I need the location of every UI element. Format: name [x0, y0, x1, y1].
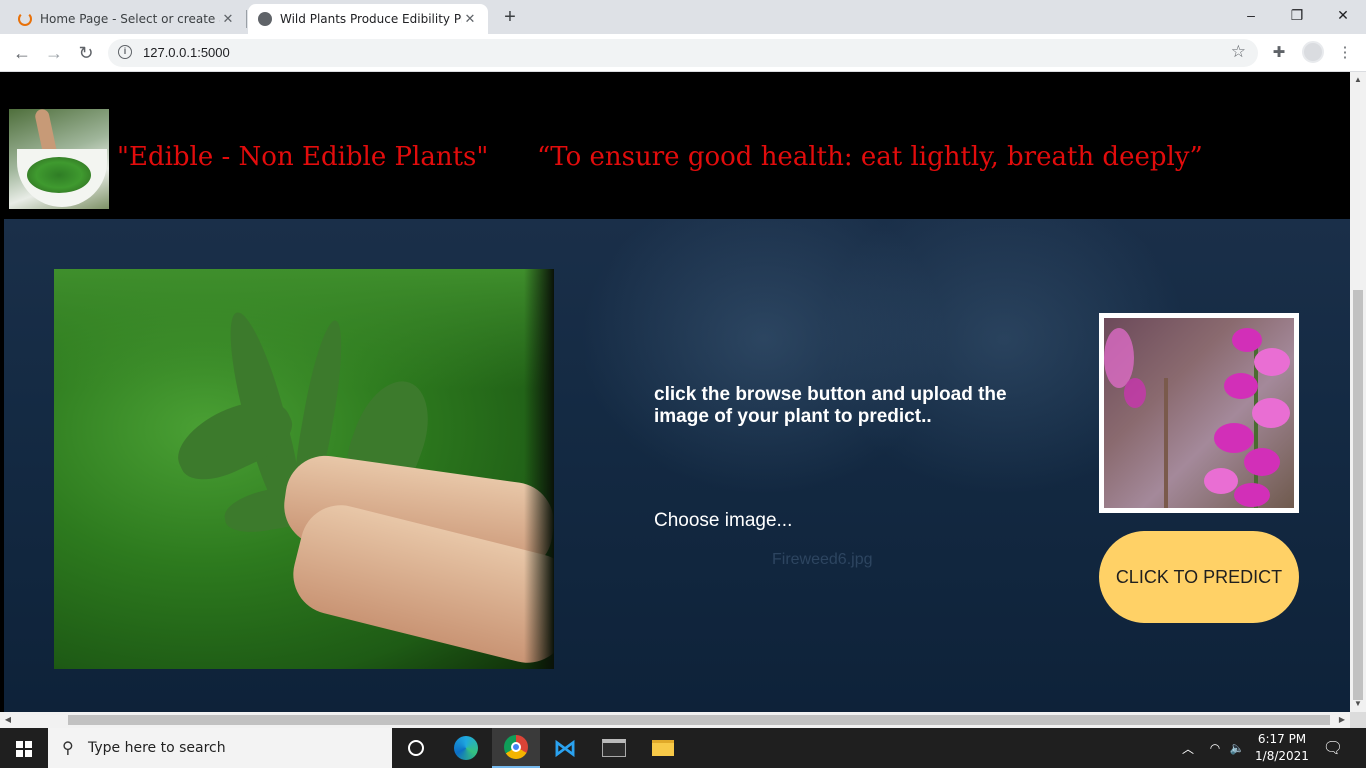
- scroll-down-arrow-icon[interactable]: ▼: [1350, 696, 1366, 712]
- scroll-up-arrow-icon[interactable]: ▲: [1350, 72, 1366, 88]
- extensions-puzzle-icon[interactable]: ✚: [1266, 40, 1292, 66]
- clock-date: 1/8/2021: [1255, 749, 1309, 763]
- vscode-icon[interactable]: ⋈: [541, 728, 589, 768]
- browser-toolbar: ← → ↻ i 127.0.0.1:5000 ☆ ✚ ⋮: [0, 34, 1366, 72]
- tab-wild-plants[interactable]: Wild Plants Produce Edibility Pre ✕: [248, 4, 488, 34]
- flower-blossom: [1124, 378, 1146, 408]
- loading-spinner-icon: [18, 12, 32, 26]
- profile-avatar[interactable]: [1302, 41, 1324, 63]
- restore-button[interactable]: ❐: [1274, 0, 1320, 30]
- windows-taskbar: ⚲ Type here to search ⋈ ︿ ◠ 🔈 6:17 PM 1/…: [0, 728, 1366, 768]
- hero-hands-plant-image: [54, 269, 554, 669]
- terminal-icon[interactable]: [590, 728, 638, 768]
- fireweed-image: [1104, 318, 1294, 508]
- hero-shade: [524, 269, 554, 669]
- taskbar-search-box[interactable]: ⚲ Type here to search: [48, 728, 392, 768]
- flower-blossom: [1252, 398, 1290, 428]
- show-hidden-icons-chevron-icon[interactable]: ︿: [1178, 728, 1198, 768]
- horizontal-scroll-thumb[interactable]: [68, 715, 1330, 725]
- main-section: click the browse button and upload the i…: [4, 219, 1350, 712]
- flower-blossom: [1232, 328, 1262, 352]
- start-button[interactable]: [0, 728, 48, 768]
- new-tab-button[interactable]: +: [498, 4, 522, 30]
- forward-arrow-icon[interactable]: →: [40, 40, 68, 66]
- uploaded-image-preview: [1099, 313, 1299, 513]
- vertical-scrollbar[interactable]: ▲ ▼: [1350, 72, 1366, 712]
- clock-time: 6:17 PM: [1257, 732, 1307, 746]
- edge-browser-icon[interactable]: [442, 728, 490, 768]
- flower-blossom: [1204, 468, 1238, 494]
- system-clock[interactable]: 6:17 PM 1/8/2021: [1244, 731, 1320, 765]
- site-info-icon[interactable]: i: [118, 45, 132, 59]
- url-text[interactable]: 127.0.0.1:5000: [143, 45, 230, 60]
- wifi-icon[interactable]: ◠: [1204, 728, 1226, 768]
- site-title: "Edible - Non Edible Plants": [117, 142, 489, 172]
- close-tab-icon[interactable]: ✕: [220, 12, 236, 27]
- search-icon: ⚲: [62, 740, 74, 757]
- logo-image: [9, 109, 109, 209]
- bookmark-star-icon[interactable]: ☆: [1231, 42, 1246, 62]
- windows-logo-icon: [16, 741, 32, 757]
- flower-stem: [1164, 378, 1168, 508]
- choose-image-button[interactable]: Choose image...: [654, 510, 792, 532]
- tab-title: Wild Plants Produce Edibility Pre: [280, 12, 462, 26]
- scroll-right-arrow-icon[interactable]: ▶: [1334, 712, 1350, 728]
- upload-instruction: click the browse button and upload the i…: [654, 384, 1007, 427]
- notifications-icon[interactable]: 🗨: [1320, 728, 1346, 768]
- task-view-icon[interactable]: [392, 728, 440, 768]
- tab-home-page[interactable]: Home Page - Select or create a n ✕: [8, 4, 246, 34]
- site-quote: “To ensure good health: eat lightly, bre…: [537, 142, 1203, 172]
- predict-button[interactable]: CLICK TO PREDICT: [1099, 531, 1299, 623]
- address-bar[interactable]: i 127.0.0.1:5000 ☆: [108, 39, 1258, 67]
- flower-blossom: [1224, 373, 1258, 399]
- browser-tab-strip: Home Page - Select or create a n ✕ Wild …: [0, 0, 1366, 34]
- close-window-button[interactable]: ✕: [1320, 0, 1366, 30]
- horizontal-scrollbar[interactable]: ◀ ▶: [0, 712, 1350, 728]
- flower-blossom: [1254, 348, 1290, 376]
- close-tab-icon[interactable]: ✕: [462, 12, 478, 27]
- flower-blossom: [1214, 423, 1254, 453]
- chrome-browser-icon[interactable]: [492, 728, 540, 768]
- minimize-button[interactable]: –: [1228, 0, 1274, 30]
- tab-separator: [246, 10, 247, 28]
- page-viewport: "Edible - Non Edible Plants" “To ensure …: [0, 72, 1350, 712]
- vertical-scroll-thumb[interactable]: [1353, 290, 1363, 700]
- selected-file-name: Fireweed6.jpg: [772, 551, 873, 568]
- menu-kebab-icon[interactable]: ⋮: [1332, 40, 1358, 66]
- search-placeholder: Type here to search: [88, 740, 226, 756]
- globe-icon: [258, 12, 272, 26]
- scroll-left-arrow-icon[interactable]: ◀: [0, 712, 16, 728]
- flower-blossom: [1244, 448, 1280, 476]
- back-arrow-icon[interactable]: ←: [8, 40, 36, 66]
- reload-icon[interactable]: ↻: [72, 40, 100, 66]
- tab-title: Home Page - Select or create a n: [40, 12, 220, 26]
- logo-greens: [27, 157, 91, 193]
- flower-blossom: [1234, 483, 1270, 507]
- hero-background-blur: [54, 269, 554, 389]
- scrollbar-corner: [1350, 712, 1366, 728]
- file-explorer-icon[interactable]: [639, 728, 687, 768]
- site-header: "Edible - Non Edible Plants" “To ensure …: [0, 72, 1350, 219]
